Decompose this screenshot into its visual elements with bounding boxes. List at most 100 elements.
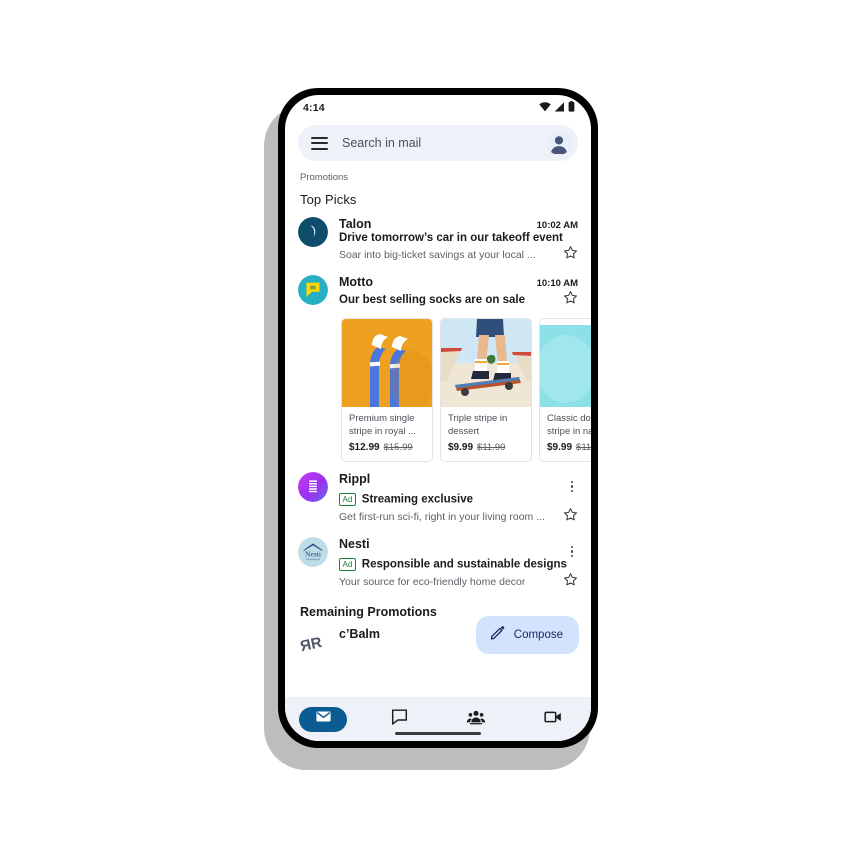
product-original-price: $11.99 — [576, 442, 591, 453]
pencil-edit-icon — [489, 624, 506, 646]
people-group-icon — [466, 707, 486, 732]
product-info: Classic double stripe in navy $9.99 $11.… — [540, 407, 591, 461]
mail-row-talon[interactable]: Talon 10:02 AM Drive tomorrow’s car in o… — [285, 207, 591, 265]
skateboarder-legs-with-socks — [441, 319, 531, 407]
product-price: $9.99 — [448, 442, 474, 453]
status-bar-time: 4:14 — [303, 102, 325, 114]
product-original-price: $11.99 — [477, 442, 506, 453]
navy-striped-socks-cyan-background — [540, 319, 591, 407]
star-outline-icon[interactable] — [563, 507, 578, 527]
mail-snippet: Your source for eco-friendly home decor — [339, 576, 526, 588]
mail-subject: Responsible and sustainable designs — [361, 558, 567, 571]
product-prices: $9.99 $11.99 — [547, 442, 591, 453]
product-name: Triple stripe in dessert — [448, 413, 508, 437]
nav-active-pill[interactable] — [299, 706, 348, 732]
talon-brand-avatar — [298, 217, 328, 247]
ad-badge: Ad — [339, 558, 356, 571]
phone-screen: 4:14 Search in mail Promotions Top Picks… — [285, 95, 591, 741]
mail-row-nesti[interactable]: Nesti Nesti Ad Responsible and sustainabl… — [285, 527, 591, 592]
section-header-top-picks: Top Picks — [300, 192, 357, 207]
product-price: $12.99 — [349, 442, 380, 453]
ad-badge: Ad — [339, 493, 356, 506]
mail-row-content: Rippl Ad Streaming exclusive Get first-ru… — [339, 472, 578, 527]
star-outline-icon[interactable] — [563, 245, 578, 265]
status-bar: 4:14 — [285, 95, 591, 121]
mail-row-content: Motto 10:10 AM Our best selling socks ar… — [339, 275, 578, 310]
mail-snippet-line: Get first-run sci-fi, right in your livi… — [339, 507, 578, 527]
mail-subject: Drive tomorrow’s car in our takeoff even… — [339, 232, 563, 244]
mail-row-content: Talon 10:02 AM Drive tomorrow’s car in o… — [339, 217, 578, 265]
motto-brand-avatar: m — [298, 275, 328, 305]
product-name: Premium single stripe in royal ... — [349, 413, 417, 437]
star-outline-icon[interactable] — [563, 572, 578, 592]
mail-timestamp: 10:02 AM — [536, 220, 578, 231]
product-original-price: $15.99 — [383, 442, 413, 453]
phone-device-frame: 4:14 Search in mail Promotions Top Picks… — [278, 88, 598, 748]
account-avatar-icon[interactable] — [547, 131, 571, 155]
product-card[interactable]: Triple stripe in dessert $9.99 $11.99 — [440, 318, 532, 462]
mail-snippet: Soar into big-ticket savings at your loc… — [339, 249, 536, 261]
mail-list[interactable]: Promotions Top Picks Talon 10:02 AM Driv… — [285, 161, 591, 697]
mail-snippet-line: Your source for eco-friendly home decor — [339, 572, 578, 592]
mail-row-header: Nesti — [339, 537, 578, 557]
search-bar-container: Search in mail — [285, 121, 591, 161]
rippl-brand-avatar — [298, 472, 328, 502]
star-outline-icon[interactable] — [563, 290, 578, 310]
mail-row-header: Rippl — [339, 472, 578, 492]
sender-name: Motto — [339, 275, 374, 289]
mail-subject-line: Ad Responsible and sustainable designs — [339, 558, 578, 571]
mail-row-header: Motto 10:10 AM — [339, 275, 578, 289]
home-indicator — [395, 732, 481, 735]
status-bar-icons — [539, 99, 575, 117]
sender-name: Nesti — [339, 537, 370, 551]
mail-subject: Our best selling socks are on sale — [339, 294, 525, 306]
product-card[interactable]: Premium single stripe in royal ... $12.9… — [341, 318, 433, 462]
mail-subject-line: Drive tomorrow’s car in our takeoff even… — [339, 232, 578, 244]
compose-label: Compose — [513, 629, 563, 641]
mail-row-content: Nesti Ad Responsible and sustainable desi… — [339, 537, 578, 592]
sender-name: Talon — [339, 217, 372, 231]
mail-subject: Streaming exclusive — [361, 493, 474, 506]
mail-snippet-line: Soar into big-ticket savings at your loc… — [339, 245, 578, 265]
compose-button[interactable]: Compose — [475, 616, 579, 654]
svg-text:ЯR: ЯR — [299, 634, 324, 655]
product-name: Classic double stripe in navy — [547, 413, 591, 437]
product-carousel[interactable]: Premium single stripe in royal ... $12.9… — [285, 310, 591, 462]
screenshot-canvas: 4:14 Search in mail Promotions Top Picks… — [0, 0, 856, 856]
envelope-icon — [315, 708, 332, 730]
chat-bubble-icon — [390, 707, 409, 731]
mail-timestamp: 10:10 AM — [536, 278, 578, 289]
mail-subject-line: Our best selling socks are on sale — [339, 290, 578, 310]
nesti-brand-avatar: Nesti — [298, 537, 328, 567]
current-label-name: Promotions — [300, 172, 349, 183]
product-prices: $12.99 $15.99 — [349, 442, 425, 453]
mail-row-header: Talon 10:02 AM — [339, 217, 578, 231]
mail-row-motto[interactable]: m Motto 10:10 AM Our best selling socks … — [285, 265, 591, 310]
product-prices: $9.99 $11.99 — [448, 442, 524, 453]
product-info: Premium single stripe in royal ... $12.9… — [342, 407, 432, 461]
overflow-menu-icon[interactable] — [566, 544, 578, 557]
mail-subject-line: Ad Streaming exclusive — [339, 493, 578, 506]
search-bar[interactable]: Search in mail — [298, 125, 578, 161]
sender-name: c’Balm — [339, 627, 380, 641]
product-card[interactable]: Classic double stripe in navy $9.99 $11.… — [539, 318, 591, 462]
svg-text:m: m — [310, 284, 316, 291]
cbalm-brand-avatar: ЯR — [298, 627, 328, 657]
mail-subject-with-ad: Ad Responsible and sustainable designs — [339, 558, 567, 571]
nav-item-meet[interactable] — [515, 697, 592, 741]
mail-snippet: Get first-run sci-fi, right in your livi… — [339, 511, 545, 523]
svg-text:Nesti: Nesti — [305, 549, 321, 558]
overflow-menu-icon[interactable] — [566, 479, 578, 492]
mail-subject-with-ad: Ad Streaming exclusive — [339, 493, 473, 506]
wifi-icon — [539, 99, 551, 117]
hamburger-menu-icon[interactable] — [311, 136, 328, 150]
sender-name: Rippl — [339, 472, 371, 486]
nav-item-mail[interactable] — [285, 697, 362, 741]
product-price: $9.99 — [547, 442, 573, 453]
search-input-placeholder[interactable]: Search in mail — [342, 136, 547, 150]
signal-icon — [554, 99, 565, 117]
battery-icon — [568, 99, 575, 117]
socks-on-legs-orange-background — [342, 319, 432, 407]
mail-row-rippl[interactable]: Rippl Ad Streaming exclusive Get first-ru… — [285, 462, 591, 527]
product-info: Triple stripe in dessert $9.99 $11.99 — [441, 407, 531, 461]
